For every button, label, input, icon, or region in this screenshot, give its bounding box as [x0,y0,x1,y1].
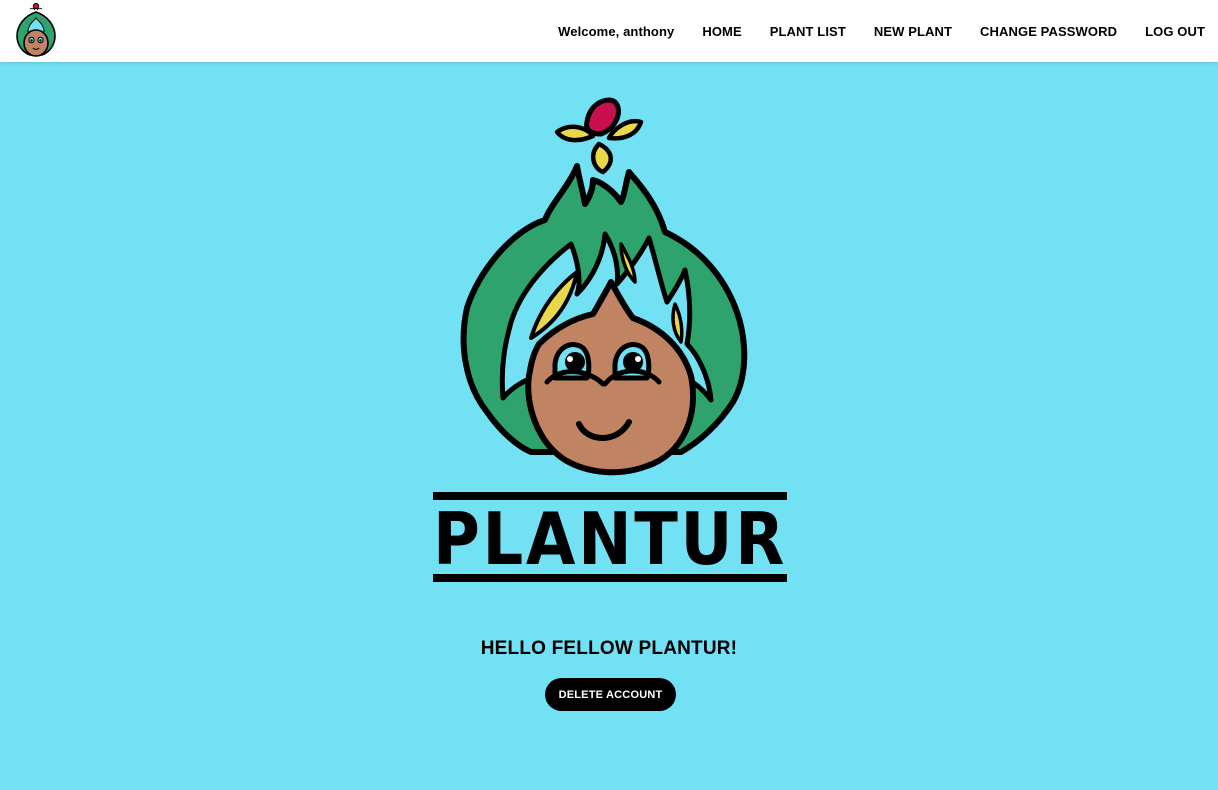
flower-icon [554,97,644,175]
nav-home-link[interactable]: HOME [702,24,741,39]
nav-plant-list-link[interactable]: PLANT LIST [770,24,846,39]
nav-change-password-link[interactable]: CHANGE PASSWORD [980,24,1117,39]
nav-new-plant-link[interactable]: NEW PLANT [874,24,952,39]
main-content: PLANTUR HELLO FELLOW PLANTUR! DELETE ACC… [0,62,1218,790]
main-nav: Welcome, anthony HOME PLANT LIST NEW PLA… [558,0,1205,62]
nav-log-out-link[interactable]: LOG OUT [1145,24,1205,39]
plantur-hero-logo: PLANTUR [433,97,787,582]
welcome-text: Welcome, anthony [558,23,675,39]
plantur-wordmark: PLANTUR [433,497,787,581]
top-navbar: Welcome, anthony HOME PLANT LIST NEW PLA… [0,0,1218,62]
delete-account-button[interactable]: DELETE ACCOUNT [545,678,676,711]
greeting-heading: HELLO FELLOW PLANTUR! [480,638,738,659]
plantur-brand-logo[interactable] [14,2,58,58]
